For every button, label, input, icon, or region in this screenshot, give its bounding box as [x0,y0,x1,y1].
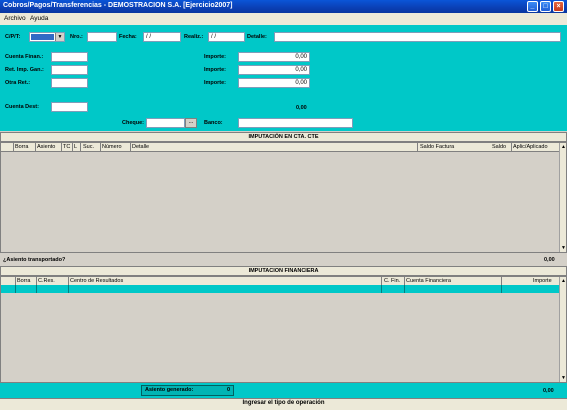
nro-label: Nro.: [70,34,83,40]
scroll-up-icon[interactable]: ▲ [560,143,567,151]
scroll-down-icon[interactable]: ▼ [560,244,567,252]
maximize-button[interactable]: □ [540,1,551,12]
cta-cte-scrollbar[interactable]: ▲ ▼ [559,143,566,252]
realiz-input[interactable]: / / [208,32,245,42]
cpt-combo[interactable]: ▼ [29,32,65,42]
menu-bar: Archivo Ayuda [0,13,567,25]
cheque-label: Cheque: [122,120,144,126]
asiento-generado-value: 0 [227,387,231,393]
transported-value: 0,00 [544,257,555,263]
total-value: 0,00 [296,105,307,111]
banco-label: Banco: [204,120,223,126]
window-title: Cobros/Pagos/Transferencias - DEMOSTRACI… [3,2,233,9]
cuenta-dest-label: Cuenta Dest: [5,104,39,110]
col-aplic[interactable]: Aplic/Aplicado [513,144,548,150]
cuenta-finan-input[interactable] [51,52,88,62]
col-borra[interactable]: Borra [15,144,28,150]
transported-label: ¿Asiento transportado? [3,257,66,263]
fin-col-cfin[interactable]: C. Fin. [384,278,400,284]
cta-cte-header: IMPUTACIÓN EN CTA. CTE [0,132,567,142]
fin-col-borra[interactable]: Borra [17,278,30,284]
cuenta-dest-input[interactable] [51,102,88,112]
footer-total-value: 0,00 [543,388,554,394]
financiera-selected-row[interactable] [1,285,559,293]
col-asiento[interactable]: Asiento [37,144,55,150]
status-bar: Ingresar el tipo de operación [0,398,567,410]
detalle-label: Detalle: [247,34,267,40]
financiera-header: IMPUTACION FINANCIERA [0,266,567,276]
realiz-label: Realiz.: [184,34,204,40]
asiento-generado-box: Asiento generado: 0 [141,385,234,396]
asiento-generado-label: Asiento generado: [145,387,194,393]
ret-imp-label: Ret. Imp. Gan.: [5,67,44,73]
col-saldo[interactable]: Saldo [492,144,506,150]
financiera-grid[interactable]: Borra C.Res. Centro de Resultados C. Fin… [0,276,567,383]
cuenta-finan-label: Cuenta Finan.: [5,54,44,60]
importe-input-1[interactable]: 0,00 [238,52,310,62]
banco-input[interactable] [238,118,353,128]
footer-panel [0,383,567,398]
otra-ret-label: Otra Ret.: [5,80,31,86]
menu-archivo[interactable]: Archivo [4,15,26,22]
scroll-down-icon[interactable]: ▼ [560,374,567,382]
detalle-input[interactable] [274,32,561,42]
importe-label-1: Importe: [204,54,226,60]
cta-cte-column-header: Borra Asiento TC L Suc. Número Detalle S… [1,143,559,152]
col-suc[interactable]: Suc. [83,144,94,150]
fin-col-cres[interactable]: C.Res. [38,278,55,284]
menu-ayuda[interactable]: Ayuda [30,15,48,22]
fin-col-importe[interactable]: Importe [533,278,552,284]
col-tc[interactable]: TC [63,144,70,150]
importe-label-3: Importe: [204,80,226,86]
cheque-input[interactable] [146,118,185,128]
importe-input-3[interactable]: 0,00 [238,78,310,88]
cpt-label: C/P/T: [5,34,21,40]
cta-cte-grid[interactable]: Borra Asiento TC L Suc. Número Detalle S… [0,142,567,253]
chevron-down-icon[interactable]: ▼ [55,33,64,41]
col-saldo-factura[interactable]: Saldo Factura [420,144,454,150]
nro-input[interactable] [87,32,117,42]
fin-col-cuenta[interactable]: Cuenta Financiera [406,278,451,284]
col-detalle[interactable]: Detalle [132,144,149,150]
importe-input-2[interactable]: 0,00 [238,65,310,75]
fin-col-centro[interactable]: Centro de Resultados [70,278,123,284]
window-title-bar[interactable]: Cobros/Pagos/Transferencias - DEMOSTRACI… [0,0,567,13]
close-button[interactable]: × [553,1,564,12]
ret-imp-input[interactable] [51,65,88,75]
fecha-input[interactable]: / / [143,32,181,42]
cheque-lookup-button[interactable]: ... [185,118,197,128]
scroll-up-icon[interactable]: ▲ [560,277,567,285]
minimize-button[interactable]: _ [527,1,538,12]
financiera-scrollbar[interactable]: ▲ ▼ [559,277,566,382]
col-l[interactable]: L [74,144,77,150]
otra-ret-input[interactable] [51,78,88,88]
fecha-label: Fecha: [119,34,137,40]
importe-label-2: Importe: [204,67,226,73]
col-numero[interactable]: Número [102,144,122,150]
